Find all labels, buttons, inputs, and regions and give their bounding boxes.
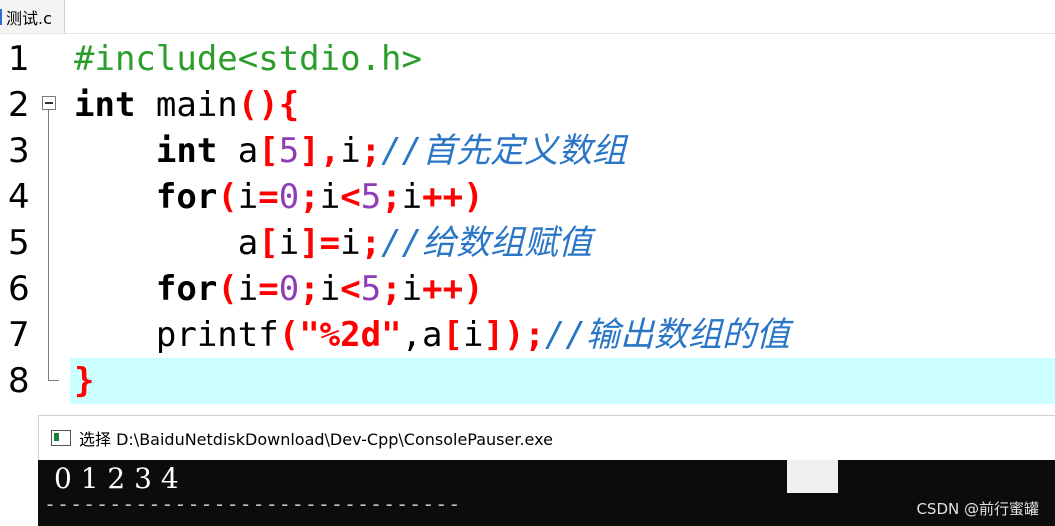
- code-token: (: [217, 177, 238, 217]
- code-token: <: [340, 269, 361, 309]
- console-title: 选择 D:\BaiduNetdiskDownload\Dev-Cpp\Conso…: [79, 430, 553, 449]
- code-editor[interactable]: 1 #include<stdio.h> 2 int main(){3 int a[5]…: [0, 36, 1055, 416]
- code-token: a: [74, 223, 259, 263]
- file-tab[interactable]: 测试.c: [0, 0, 65, 33]
- tab-active-marker: [0, 8, 2, 25]
- watermark: CSDN @前行蜜罐: [916, 500, 1039, 518]
- code-text: a[i]=i;//给数组赋值: [74, 220, 592, 266]
- file-tab-label: 测试.c: [6, 8, 52, 28]
- code-token: ;: [299, 177, 320, 217]
- code-token: ]=: [299, 223, 341, 263]
- line-number: 3: [8, 131, 30, 171]
- code-token: (: [217, 269, 238, 309]
- code-token: i: [401, 177, 423, 217]
- console-separator: --------------------------------: [44, 492, 462, 516]
- code-token: i: [237, 177, 259, 217]
- code-token: i: [319, 269, 341, 309]
- current-line-highlight: [70, 358, 1055, 404]
- code-token: for: [155, 269, 218, 309]
- code-token: [: [442, 315, 463, 355]
- line-number: 1: [8, 39, 30, 79]
- code-token: int: [74, 85, 136, 125]
- code-text: for(i=0;i<5;i++): [74, 174, 484, 220]
- code-token: }: [74, 361, 95, 401]
- code-token: int: [155, 131, 218, 171]
- code-text: #include<stdio.h>: [74, 36, 422, 82]
- code-token: [: [258, 223, 279, 263]
- fold-collapse-icon[interactable]: [42, 96, 56, 110]
- code-token: //首先定义数组: [381, 131, 627, 171]
- code-line[interactable]: 3 int a[5],i;//首先定义数组: [0, 128, 1055, 174]
- code-text: for(i=0;i<5;i++): [74, 266, 484, 312]
- code-token: ;: [360, 223, 382, 263]
- code-token: 0: [278, 269, 300, 309]
- code-token: main: [135, 85, 238, 125]
- code-token: ;: [360, 131, 382, 171]
- code-token: 5: [360, 269, 382, 309]
- fold-guide-line: [48, 110, 49, 380]
- code-token: #include<stdio.h>: [74, 39, 422, 79]
- code-token: (: [278, 315, 300, 355]
- code-token: i: [401, 269, 423, 309]
- code-line[interactable]: 4 for(i=0;i<5;i++): [0, 174, 1055, 220]
- code-line[interactable]: 8}: [0, 358, 1055, 404]
- code-token: //给数组赋值: [381, 223, 593, 263]
- code-token: ;: [299, 269, 320, 309]
- code-token: 5: [360, 177, 382, 217]
- code-text: int main(){: [74, 82, 299, 128]
- editor-tabbar: 测试.c: [0, 0, 1055, 34]
- code-token: ;: [381, 177, 402, 217]
- code-line[interactable]: 6 for(i=0;i<5;i++): [0, 266, 1055, 312]
- code-token: printf: [74, 315, 279, 355]
- console-title-bar[interactable]: 选择 D:\BaiduNetdiskDownload\Dev-Cpp\Conso…: [38, 415, 1055, 460]
- line-number: 4: [8, 177, 30, 217]
- code-text: int a[5],i;//首先定义数组: [74, 128, 626, 174]
- code-line[interactable]: 7 printf("%2d",a[i]);//输出数组的值: [0, 312, 1055, 358]
- console-output-area[interactable]: 0 1 2 3 4 ------------------------------…: [38, 460, 1055, 526]
- code-token: i: [340, 223, 361, 263]
- code-token: ,a: [401, 315, 443, 355]
- code-token: [: [258, 131, 279, 171]
- fold-end-marker: [48, 358, 59, 381]
- line-number: 2: [8, 85, 30, 125]
- code-token: =: [258, 177, 279, 217]
- code-token: (){: [237, 85, 300, 125]
- code-text: printf("%2d",a[i]);//输出数组的值: [74, 312, 790, 358]
- code-line[interactable]: 2 int main(){: [0, 82, 1055, 128]
- code-token: a: [217, 131, 259, 171]
- code-token: //输出数组的值: [544, 315, 790, 355]
- console-selection-cursor: [787, 460, 838, 493]
- code-line[interactable]: 1 #include<stdio.h>: [0, 36, 1055, 82]
- line-number: 7: [8, 315, 30, 355]
- code-token: ;: [381, 269, 402, 309]
- line-number: 6: [8, 269, 30, 309]
- code-token: i: [237, 269, 259, 309]
- code-token: i: [278, 223, 300, 263]
- console-output-text: 0 1 2 3 4: [54, 462, 179, 495]
- code-text: }: [74, 358, 94, 404]
- console-app-icon: [51, 430, 71, 446]
- code-line[interactable]: 5 a[i]=i;//给数组赋值: [0, 220, 1055, 266]
- code-token: ++): [422, 269, 484, 309]
- console-window[interactable]: 选择 D:\BaiduNetdiskDownload\Dev-Cpp\Conso…: [38, 415, 1055, 526]
- code-token: ++): [422, 177, 484, 217]
- line-number: 8: [8, 361, 30, 401]
- code-token: i: [319, 177, 341, 217]
- code-token: <: [340, 177, 361, 217]
- code-token: i: [340, 131, 361, 171]
- line-number: 5: [8, 223, 30, 263]
- code-token: 0: [278, 177, 300, 217]
- code-token: =: [258, 269, 279, 309]
- code-token: for: [155, 177, 218, 217]
- code-token: i: [462, 315, 484, 355]
- code-token: ],: [299, 131, 341, 171]
- code-token: 5: [278, 131, 300, 171]
- code-token: "%2d": [299, 315, 402, 355]
- code-token: ]);: [483, 315, 545, 355]
